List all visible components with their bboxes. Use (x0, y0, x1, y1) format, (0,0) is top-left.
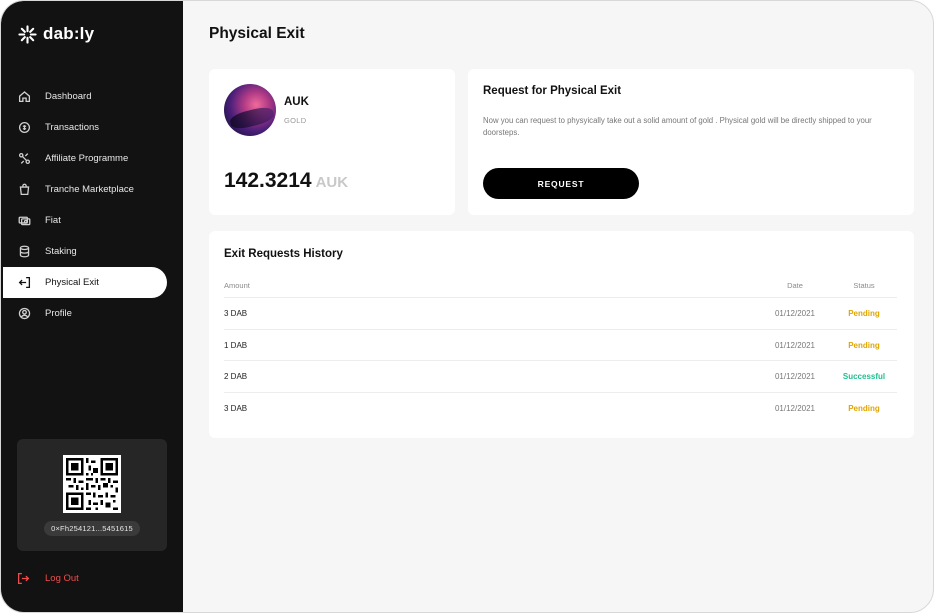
history-table-header: Amount Date Status (224, 277, 897, 297)
sidebar-item-staking[interactable]: Staking (1, 236, 183, 267)
wallet-address[interactable]: 0×Fh254121...5451615 (44, 521, 140, 536)
row-amount: 3 DAB (224, 309, 248, 318)
asset-amount: 142.3214 AUK (224, 169, 348, 193)
sidebar-item-transactions[interactable]: Transactions (1, 112, 183, 143)
affiliate-icon (17, 152, 31, 166)
history-title: Exit Requests History (224, 248, 343, 260)
sidebar-item-dashboard[interactable]: Dashboard (1, 81, 183, 112)
column-header-status: Status (853, 281, 875, 290)
column-header-date: Date (787, 281, 803, 290)
cash-icon (17, 214, 31, 228)
asset-type: GOLD (284, 116, 307, 125)
asset-balance-card: AUK GOLD 142.3214 AUK (209, 69, 455, 215)
logout-icon (17, 572, 30, 585)
sidebar-item-label: Tranche Marketplace (45, 184, 134, 195)
user-circle-icon (17, 307, 31, 321)
asset-amount-unit: AUK (315, 174, 349, 191)
request-card: Request for Physical Exit Now you can re… (468, 69, 914, 215)
sidebar-item-label: Affiliate Programme (45, 153, 129, 164)
table-row[interactable]: 2 DAB 01/12/2021 Successful (224, 360, 897, 392)
brand-logo[interactable]: dab:ly (18, 24, 94, 44)
sidebar-item-label: Physical Exit (45, 277, 99, 288)
history-table-body: 3 DAB 01/12/2021 Pending 1 DAB 01/12/202… (224, 297, 897, 423)
sidebar-nav: Dashboard Transactions Affiliate Program… (1, 81, 183, 329)
request-title: Request for Physical Exit (483, 85, 622, 97)
table-row[interactable]: 3 DAB 01/12/2021 Pending (224, 391, 897, 424)
transactions-icon (17, 121, 31, 135)
sidebar-item-tranche-marketplace[interactable]: Tranche Marketplace (1, 174, 183, 205)
sidebar-item-label: Transactions (45, 122, 100, 133)
shopping-bag-icon (17, 183, 31, 197)
row-amount: 3 DAB (224, 403, 248, 413)
sidebar: dab:ly Dashboard Transactions Affiliate … (1, 1, 183, 612)
wallet-qr-code[interactable] (63, 455, 121, 513)
sidebar-item-profile[interactable]: Profile (1, 298, 183, 329)
brand-name: dab:ly (43, 24, 95, 43)
wallet-card: 0×Fh254121...5451615 (17, 439, 167, 551)
sidebar-item-affiliate-programme[interactable]: Affiliate Programme (1, 143, 183, 174)
app-window: dab:ly Dashboard Transactions Affiliate … (0, 0, 934, 613)
request-description: Now you can request to physyically take … (483, 116, 872, 137)
exit-history-card: Exit Requests History Amount Date Status… (209, 231, 914, 438)
status-badge: Successful (842, 372, 886, 381)
asset-name: AUK (284, 96, 309, 108)
asset-amount-value: 142.3214 (224, 169, 312, 192)
row-date: 01/12/2021 (774, 403, 816, 413)
page-title: Physical Exit (209, 25, 305, 42)
logout-label: Log Out (45, 573, 79, 584)
row-date: 01/12/2021 (774, 372, 816, 381)
request-button[interactable]: REQUEST (483, 168, 639, 199)
qr-code-icon (66, 458, 118, 510)
row-date: 01/12/2021 (774, 309, 816, 318)
database-icon (17, 245, 31, 259)
home-icon (17, 90, 31, 104)
status-badge: Pending (848, 309, 880, 318)
column-header-amount: Amount (224, 281, 250, 290)
row-date: 01/12/2021 (774, 340, 816, 350)
table-row[interactable]: 3 DAB 01/12/2021 Pending (224, 297, 897, 329)
status-badge: Pending (848, 340, 880, 350)
row-amount: 1 DAB (224, 340, 248, 350)
sidebar-item-label: Fiat (45, 215, 61, 226)
logout-button[interactable]: Log Out (17, 572, 79, 585)
table-row[interactable]: 1 DAB 01/12/2021 Pending (224, 328, 897, 361)
asset-avatar (224, 84, 276, 136)
sidebar-item-label: Profile (45, 308, 72, 319)
sidebar-item-physical-exit[interactable]: Physical Exit (3, 267, 167, 298)
status-badge: Pending (848, 403, 880, 413)
row-amount: 2 DAB (224, 372, 248, 381)
sidebar-item-label: Dashboard (45, 91, 92, 102)
sparkle-logo-icon (18, 24, 37, 44)
sidebar-item-label: Staking (45, 246, 77, 257)
sidebar-item-fiat[interactable]: Fiat (1, 205, 183, 236)
exit-icon (17, 276, 31, 290)
